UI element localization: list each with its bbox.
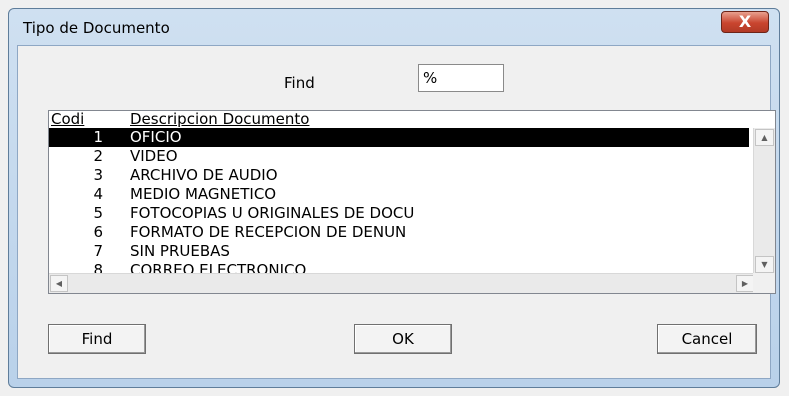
horizontal-scrollbar[interactable]: ◀ ▶ — [49, 273, 755, 293]
find-label: Find — [284, 74, 315, 92]
table-row[interactable]: 1 OFICIO — [49, 128, 749, 147]
document-type-list[interactable]: Codi Descripcion Documento 1 OFICIO 2 VI… — [48, 110, 776, 294]
find-button[interactable]: Find — [48, 324, 146, 354]
table-row[interactable]: 3 ARCHIVO DE AUDIO — [49, 166, 749, 185]
window-title: Tipo de Documento — [23, 19, 170, 37]
row-code: 7 — [93, 242, 103, 260]
title-bar[interactable]: Tipo de Documento X — [9, 9, 779, 45]
table-row[interactable]: 7 SIN PRUEBAS — [49, 242, 749, 261]
close-button[interactable]: X — [721, 11, 769, 33]
row-description: FORMATO DE RECEPCION DE DENUN — [130, 223, 407, 241]
table-row[interactable]: 5 FOTOCOPIAS U ORIGINALES DE DOCU — [49, 204, 749, 223]
table-row[interactable]: 2 VIDEO — [49, 147, 749, 166]
row-code: 6 — [93, 223, 103, 241]
row-code: 1 — [93, 128, 103, 146]
row-description: VIDEO — [130, 147, 178, 165]
table-row[interactable]: 4 MEDIO MAGNETICO — [49, 185, 749, 204]
scroll-left-icon[interactable]: ◀ — [50, 275, 68, 292]
dialog-window: Tipo de Documento X Find Codi Descripcio… — [8, 8, 780, 388]
row-code: 5 — [93, 204, 103, 222]
scroll-up-icon[interactable]: ▲ — [755, 129, 774, 146]
row-description: FOTOCOPIAS U ORIGINALES DE DOCU — [130, 204, 415, 222]
row-code: 2 — [93, 147, 103, 165]
find-input[interactable] — [418, 64, 504, 92]
list-header: Codi Descripcion Documento — [49, 111, 749, 128]
row-description: OFICIO — [130, 128, 182, 146]
scroll-down-icon[interactable]: ▼ — [755, 256, 774, 273]
row-code: 3 — [93, 166, 103, 184]
row-code: 4 — [93, 185, 103, 203]
dialog-body: Find Codi Descripcion Documento 1 OFICIO… — [17, 45, 776, 379]
ok-button[interactable]: OK — [354, 324, 452, 354]
cancel-button[interactable]: Cancel — [657, 324, 757, 354]
scrollbar-corner — [753, 273, 775, 293]
scroll-right-icon[interactable]: ▶ — [736, 275, 754, 292]
row-description: MEDIO MAGNETICO — [130, 185, 277, 203]
row-description: ARCHIVO DE AUDIO — [130, 166, 278, 184]
column-header-description[interactable]: Descripcion Documento — [130, 111, 309, 128]
close-icon: X — [738, 12, 752, 31]
vertical-scrollbar[interactable]: ▲ ▼ — [753, 128, 775, 274]
row-description: SIN PRUEBAS — [130, 242, 230, 260]
table-row[interactable]: 6 FORMATO DE RECEPCION DE DENUN — [49, 223, 749, 242]
column-header-code[interactable]: Codi — [51, 111, 85, 128]
